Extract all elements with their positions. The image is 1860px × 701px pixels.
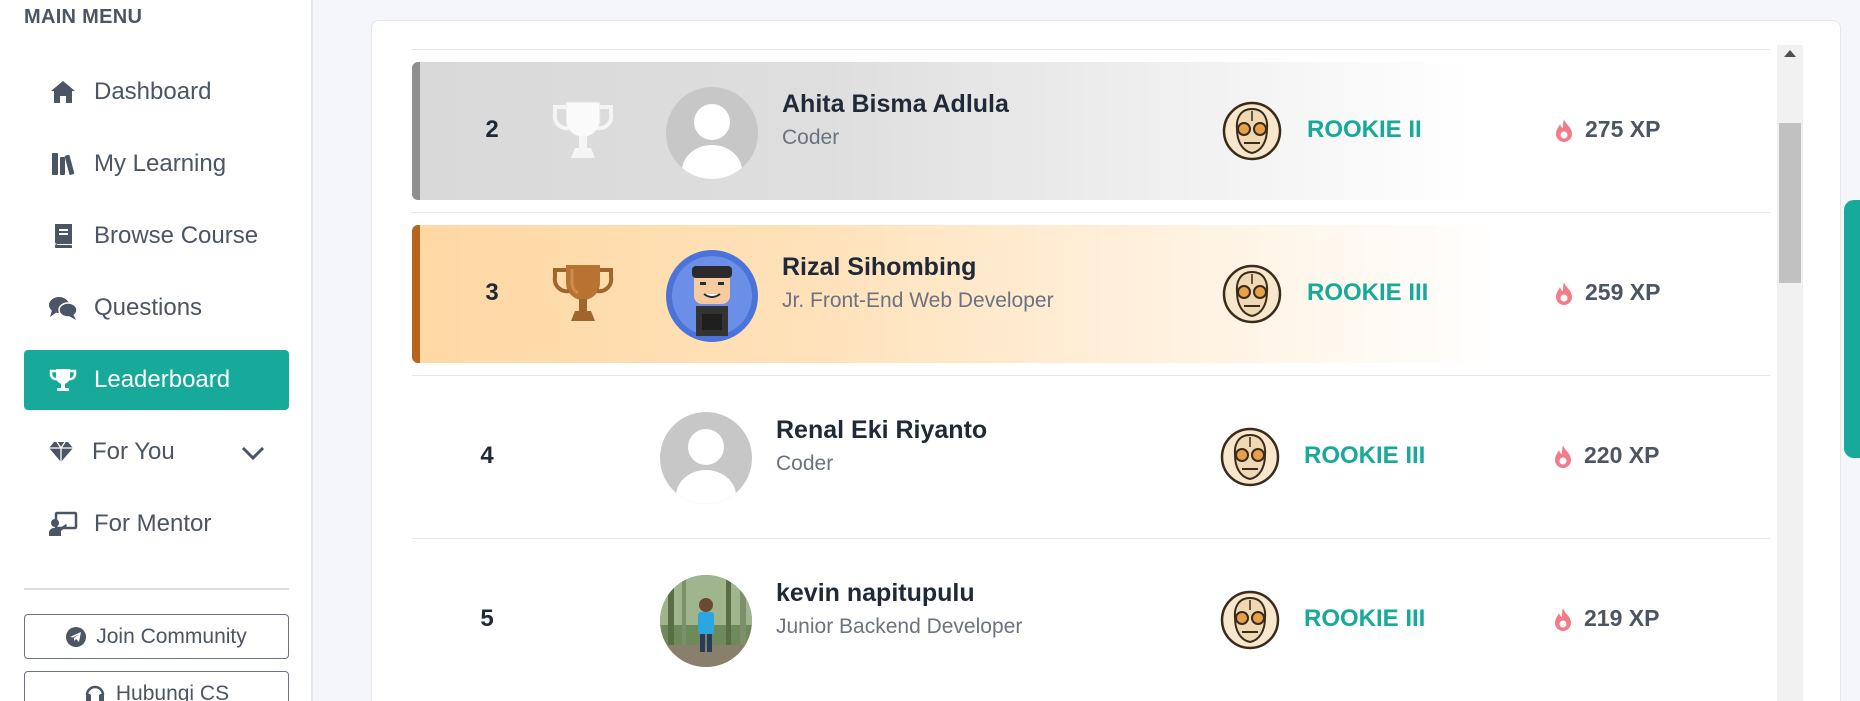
scroll-up-arrow-icon[interactable] (1784, 50, 1796, 57)
level-name: ROOKIE III (1307, 279, 1429, 306)
user-role: Junior Backend Developer (776, 615, 1023, 638)
nav-leaderboard-label: Leaderboard (94, 366, 231, 393)
leaderboard-list: 2 Ahita Bisma Adlula Coder ROOKIE II 275… (412, 49, 1770, 701)
nav-my-learning-label: My Learning (94, 150, 227, 177)
user-name[interactable]: Renal Eki Riyanto (776, 416, 987, 445)
leaderboard-row[interactable]: 4 Renal Eki Riyanto Coder ROOKIE III 220… (412, 376, 1770, 539)
join-community-button[interactable]: Join Community (24, 614, 289, 659)
xp-text: 219 XP (1584, 605, 1660, 631)
rookie-badge-icon (1220, 590, 1280, 650)
scrollbar-thumb[interactable] (1779, 123, 1801, 283)
fire-icon (1554, 607, 1572, 631)
headset-icon (84, 683, 106, 701)
rank-number: 4 (480, 442, 494, 469)
nav-my-learning[interactable]: My Learning (24, 134, 289, 194)
telegram-icon (66, 626, 87, 647)
nav-for-you-label: For You (92, 438, 175, 465)
join-community-label: Join Community (96, 624, 247, 648)
fire-icon (1555, 118, 1573, 142)
rank-number: 3 (485, 279, 499, 306)
xp-text: 220 XP (1584, 442, 1660, 468)
nav-dashboard-label: Dashboard (94, 78, 212, 105)
main-menu-heading: MAIN MENU (24, 6, 143, 28)
rank-number: 2 (485, 116, 499, 143)
nav-dashboard[interactable]: Dashboard (24, 62, 289, 122)
rookie-badge-icon (1222, 101, 1282, 161)
leaderboard-row[interactable]: 5 kevin napitupulu Junior Backend Develo… (412, 539, 1770, 701)
nav-browse-course[interactable]: Browse Course (24, 206, 289, 266)
bronze-trophy-icon (552, 261, 614, 325)
user-role: Coder (782, 126, 840, 149)
nav-leaderboard[interactable]: Leaderboard (24, 350, 289, 410)
nav-questions-label: Questions (94, 294, 203, 321)
xp-text: 275 XP (1585, 116, 1661, 142)
xp-value: 275 XP (1555, 116, 1660, 143)
fire-icon (1554, 444, 1572, 468)
nav-for-you[interactable]: For You (24, 422, 289, 482)
avatar[interactable] (660, 412, 752, 504)
level-name: ROOKIE III (1304, 442, 1426, 469)
user-role: Coder (776, 452, 834, 475)
rank-number: 5 (480, 605, 494, 632)
book-icon (48, 221, 78, 251)
leaderboard-row[interactable]: 3 Rizal Sihombing Jr. Front-End Web Deve… (412, 213, 1770, 376)
level-name: ROOKIE III (1304, 605, 1426, 632)
chalkboard-teacher-icon (48, 509, 78, 539)
avatar[interactable] (660, 575, 752, 667)
contact-cs-label: Hubungi CS (115, 681, 230, 701)
nav-for-mentor-label: For Mentor (94, 510, 212, 537)
nav-browse-course-label: Browse Course (94, 222, 259, 249)
xp-value: 219 XP (1554, 605, 1659, 632)
silver-trophy-icon (552, 98, 614, 162)
gem-icon (46, 437, 76, 467)
avatar[interactable] (666, 250, 758, 342)
comments-icon (48, 293, 78, 323)
xp-value: 259 XP (1555, 279, 1660, 306)
avatar[interactable] (666, 87, 758, 179)
rookie-badge-icon (1222, 264, 1282, 324)
user-name[interactable]: Rizal Sihombing (782, 253, 976, 282)
leaderboard-scrollbar[interactable] (1777, 45, 1803, 701)
xp-text: 259 XP (1585, 279, 1661, 305)
nav-for-mentor[interactable]: For Mentor (24, 494, 289, 554)
sidebar-divider (24, 588, 289, 590)
level-name: ROOKIE II (1307, 116, 1422, 143)
chevron-down-icon[interactable] (241, 440, 265, 468)
sidebar: MAIN MENU Dashboard My Learning Browse C… (0, 0, 313, 701)
xp-value: 220 XP (1554, 442, 1659, 469)
leaderboard-row[interactable]: 2 Ahita Bisma Adlula Coder ROOKIE II 275… (412, 50, 1770, 213)
fire-icon (1555, 281, 1573, 305)
contact-cs-button[interactable]: Hubungi CS (24, 671, 289, 701)
leaderboard-card: 2 Ahita Bisma Adlula Coder ROOKIE II 275… (371, 20, 1841, 701)
user-role: Jr. Front-End Web Developer (782, 289, 1054, 312)
user-name[interactable]: kevin napitupulu (776, 579, 975, 608)
books-icon (48, 149, 78, 179)
rookie-badge-icon (1220, 427, 1280, 487)
nav-questions[interactable]: Questions (24, 278, 289, 338)
home-icon (48, 77, 78, 107)
trophy-icon (48, 365, 78, 395)
user-name[interactable]: Ahita Bisma Adlula (782, 90, 1009, 119)
side-panel-tab[interactable] (1844, 200, 1860, 458)
